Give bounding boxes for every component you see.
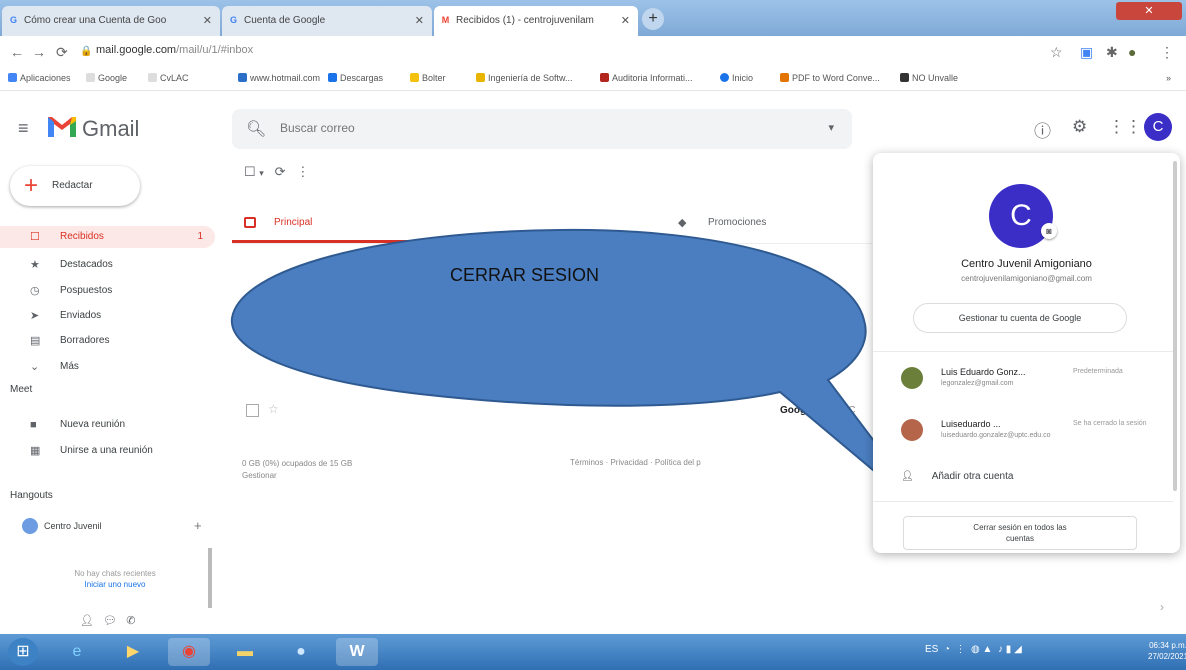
avatar xyxy=(901,419,923,441)
add-person-icon: 👤︎ xyxy=(901,471,914,482)
media-player-icon[interactable]: ▶ xyxy=(112,638,154,666)
camera-icon[interactable]: ◙ xyxy=(1041,223,1057,239)
other-account-status: Predeterminada xyxy=(1073,368,1123,375)
clock-time: 06:34 p.m. xyxy=(1149,641,1186,650)
app-icon[interactable]: ● xyxy=(280,638,322,666)
windows-taskbar: ⊞ e ▶ ◉ ▬ ● W ES ◔ ⋮ ◍ ▲ ♪ ▮ ◢ 06:34 p.m… xyxy=(0,634,1186,670)
avatar xyxy=(901,367,923,389)
manage-account-button[interactable]: Gestionar tu cuenta de Google xyxy=(913,303,1127,333)
sign-out-all-button[interactable]: Cerrar sesión en todos las cuentas xyxy=(903,516,1137,550)
other-account-1[interactable]: Luis Eduardo Gonz... legonzalez@gmail.co… xyxy=(873,359,1173,399)
chevron-right-icon[interactable]: › xyxy=(1160,600,1164,614)
other-account-name: Luis Eduardo Gonz... xyxy=(941,367,1026,377)
divider xyxy=(873,501,1173,502)
panel-scrollbar[interactable] xyxy=(1173,161,1177,491)
account-email: centrojuvenilamigoniano@gmail.com xyxy=(961,274,1092,283)
other-account-email: legonzalez@gmail.com xyxy=(941,380,1014,387)
account-name: Centro Juvenil Amigoniano xyxy=(961,258,1092,270)
divider xyxy=(873,351,1173,352)
sign-out-label: Cerrar sesión en todos las xyxy=(973,523,1067,532)
start-button[interactable]: ⊞ xyxy=(8,638,38,666)
other-account-name: Luiseduardo ... xyxy=(941,419,1001,429)
word-icon[interactable]: W xyxy=(336,638,378,666)
add-account-label: Añadir otra cuenta xyxy=(931,471,1014,482)
ie-icon[interactable]: e xyxy=(56,638,98,666)
account-panel: C ◙ Centro Juvenil Amigoniano centrojuve… xyxy=(873,153,1180,553)
account-avatar-large[interactable]: C xyxy=(989,184,1053,248)
other-account-email: luiseduardo.gonzalez@uptc.edu.co xyxy=(941,432,1051,439)
add-account-button[interactable]: 👤︎ Añadir otra cuenta xyxy=(901,471,1013,482)
clock-date: 27/02/2021 xyxy=(1148,652,1186,661)
sign-out-label-2: cuentas xyxy=(1005,534,1035,543)
other-account-2[interactable]: Luiseduardo ... luiseduardo.gonzalez@upt… xyxy=(873,411,1173,451)
clock[interactable]: 06:34 p.m. 27/02/2021 xyxy=(1148,640,1186,662)
folder-icon[interactable]: ▬ xyxy=(224,638,266,666)
chrome-icon[interactable]: ◉ xyxy=(168,638,210,666)
other-account-status: Se ha cerrado la sesión xyxy=(1073,420,1147,427)
callout-text: CERRAR SESION xyxy=(450,265,600,285)
system-tray[interactable]: ES ◔ ⋮ ◍ ▲ ♪ ▮ ◢ xyxy=(925,644,1022,655)
